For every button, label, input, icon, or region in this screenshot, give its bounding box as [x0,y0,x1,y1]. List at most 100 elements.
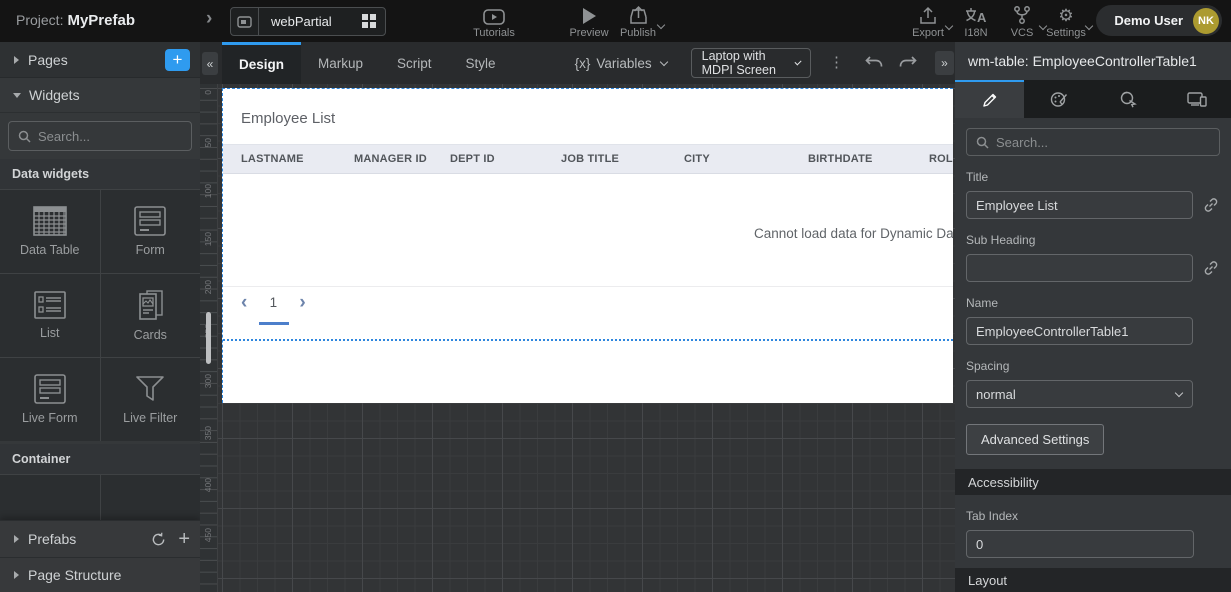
page-structure-section-header[interactable]: Page Structure [0,557,200,592]
tab-style[interactable]: Style [449,42,513,84]
avatar: NK [1193,8,1219,34]
widget-form[interactable]: Form [101,190,201,273]
add-prefab-button[interactable]: + [178,528,190,551]
empty-data-message: Cannot load data for Dynamic Datatable. [754,226,953,241]
widget-live-filter[interactable]: Live Filter [101,358,201,441]
chevron-down-icon [1085,22,1093,30]
current-page[interactable]: 1 [260,295,286,310]
top-bar: Project:MyPrefab › webPartial Tutorials … [0,0,1231,42]
property-search[interactable] [966,128,1220,156]
next-page-icon[interactable]: › [299,293,305,312]
tab-design[interactable]: Design [222,42,301,84]
title-field[interactable] [966,191,1193,219]
widget-list[interactable]: List [0,274,100,357]
tutorials-button[interactable]: Tutorials [462,5,526,39]
field-label: Spacing [966,359,1220,373]
section-layout[interactable]: Layout [955,568,1231,592]
triangle-down-icon [13,93,21,98]
funnel-icon [134,374,166,404]
variables-button[interactable]: {x} Variables [575,56,667,71]
search-icon [18,130,31,143]
tab-script[interactable]: Script [380,42,449,84]
variables-icon: {x} [575,56,591,71]
search-input[interactable] [38,129,214,144]
pencil-icon [982,92,998,108]
left-sidebar: Pages + Widgets Data widgets Data Table [0,42,200,592]
page-selector[interactable]: webPartial [230,7,386,36]
undo-icon[interactable] [864,55,884,71]
tab-events[interactable] [1093,80,1162,118]
widget-cards[interactable]: Cards [101,274,201,357]
widgets-section-header[interactable]: Widgets [0,78,200,113]
previous-page-icon[interactable]: ‹ [241,293,247,312]
translate-icon: A [964,5,988,25]
editor-tabs: Design Markup Script Style [222,42,513,84]
name-field[interactable] [966,317,1193,345]
tab-markup[interactable]: Markup [301,42,380,84]
page-structure-label: Page Structure [28,567,121,583]
widget-layout[interactable] [0,475,100,520]
settings-button[interactable]: ⚙ Settings [1034,5,1098,39]
canvas-scrollbar[interactable] [206,312,211,364]
search-input[interactable] [996,135,1210,150]
collapse-sidebar-button[interactable]: « [202,52,218,75]
spacing-value[interactable] [966,380,1193,408]
active-page-underline [259,322,289,325]
tab-properties[interactable] [955,80,1024,118]
inspector-tabs [955,80,1231,118]
pages-label: Pages [28,52,68,68]
table-title: Employee List [223,89,953,127]
svg-text:A: A [977,10,987,25]
project-name: MyPrefab [67,12,135,29]
column-header[interactable]: CITY [684,153,808,165]
more-options-icon[interactable]: ⋮ [829,58,844,68]
search-icon [976,136,989,149]
widget-container[interactable] [101,475,201,520]
container-widgets-grid [0,474,200,520]
expand-panel-button[interactable]: » [935,51,954,75]
triangle-right-icon [14,56,19,64]
device-selector[interactable]: Laptop with MDPI Screen [691,48,811,78]
column-header[interactable]: JOB TITLE [561,153,684,165]
canvas-area: « Design Markup Script Style {x} Variabl… [200,42,955,592]
tab-devices[interactable] [1162,80,1231,118]
publish-button[interactable]: Publish [606,5,670,39]
properties-panel: wm-table: EmployeeControllerTable1 [955,42,1231,592]
column-header[interactable]: DEPT ID [450,153,561,165]
widget-search[interactable] [8,121,192,151]
pages-section-header[interactable]: Pages + [0,42,200,78]
selected-widget-title: wm-table: EmployeeControllerTable1 [955,42,1231,80]
prefabs-section-header[interactable]: Prefabs + [0,520,200,557]
bind-property-icon[interactable] [1202,260,1220,276]
add-page-button[interactable]: + [165,49,190,71]
column-header[interactable]: BIRTHDATE [808,153,929,165]
tab-index-field[interactable] [966,530,1194,558]
widget-live-form[interactable]: Live Form [0,358,100,441]
grid-icon[interactable] [362,14,377,29]
triangle-right-icon [14,535,19,543]
sub-heading-field[interactable] [966,254,1193,282]
spacing-select[interactable] [966,380,1193,408]
tab-styles[interactable] [1024,80,1093,118]
data-widgets-section-label: Data widgets [0,159,200,189]
bind-property-icon[interactable] [1202,197,1220,213]
table-header-row[interactable]: LASTNAME MANAGER ID DEPT ID JOB TITLE CI… [223,144,953,174]
refresh-icon[interactable] [151,532,166,547]
column-header[interactable]: LASTNAME [241,153,354,165]
partial-page[interactable]: Employee List LASTNAME MANAGER ID DEPT I… [222,88,953,403]
column-header[interactable]: ROLE [929,153,953,165]
youtube-icon [483,5,505,25]
design-canvas[interactable]: 0 50 100 150 200 250 300 350 400 450 Emp… [200,84,955,592]
redo-icon[interactable] [898,55,918,71]
section-accessibility[interactable]: Accessibility [955,469,1231,495]
user-menu[interactable]: Demo User NK [1096,5,1222,36]
chevron-down-icon [657,21,665,29]
wavemaker-studio: Project:MyPrefab › webPartial Tutorials … [0,0,1231,592]
chevron-right-icon[interactable]: › [206,8,212,30]
widget-selection-border [223,339,953,341]
branch-icon [1012,5,1032,25]
widget-data-table[interactable]: Data Table [0,190,100,273]
advanced-settings-button[interactable]: Advanced Settings [966,424,1104,455]
column-header[interactable]: MANAGER ID [354,153,450,165]
gear-icon: ⚙ [1058,5,1073,25]
